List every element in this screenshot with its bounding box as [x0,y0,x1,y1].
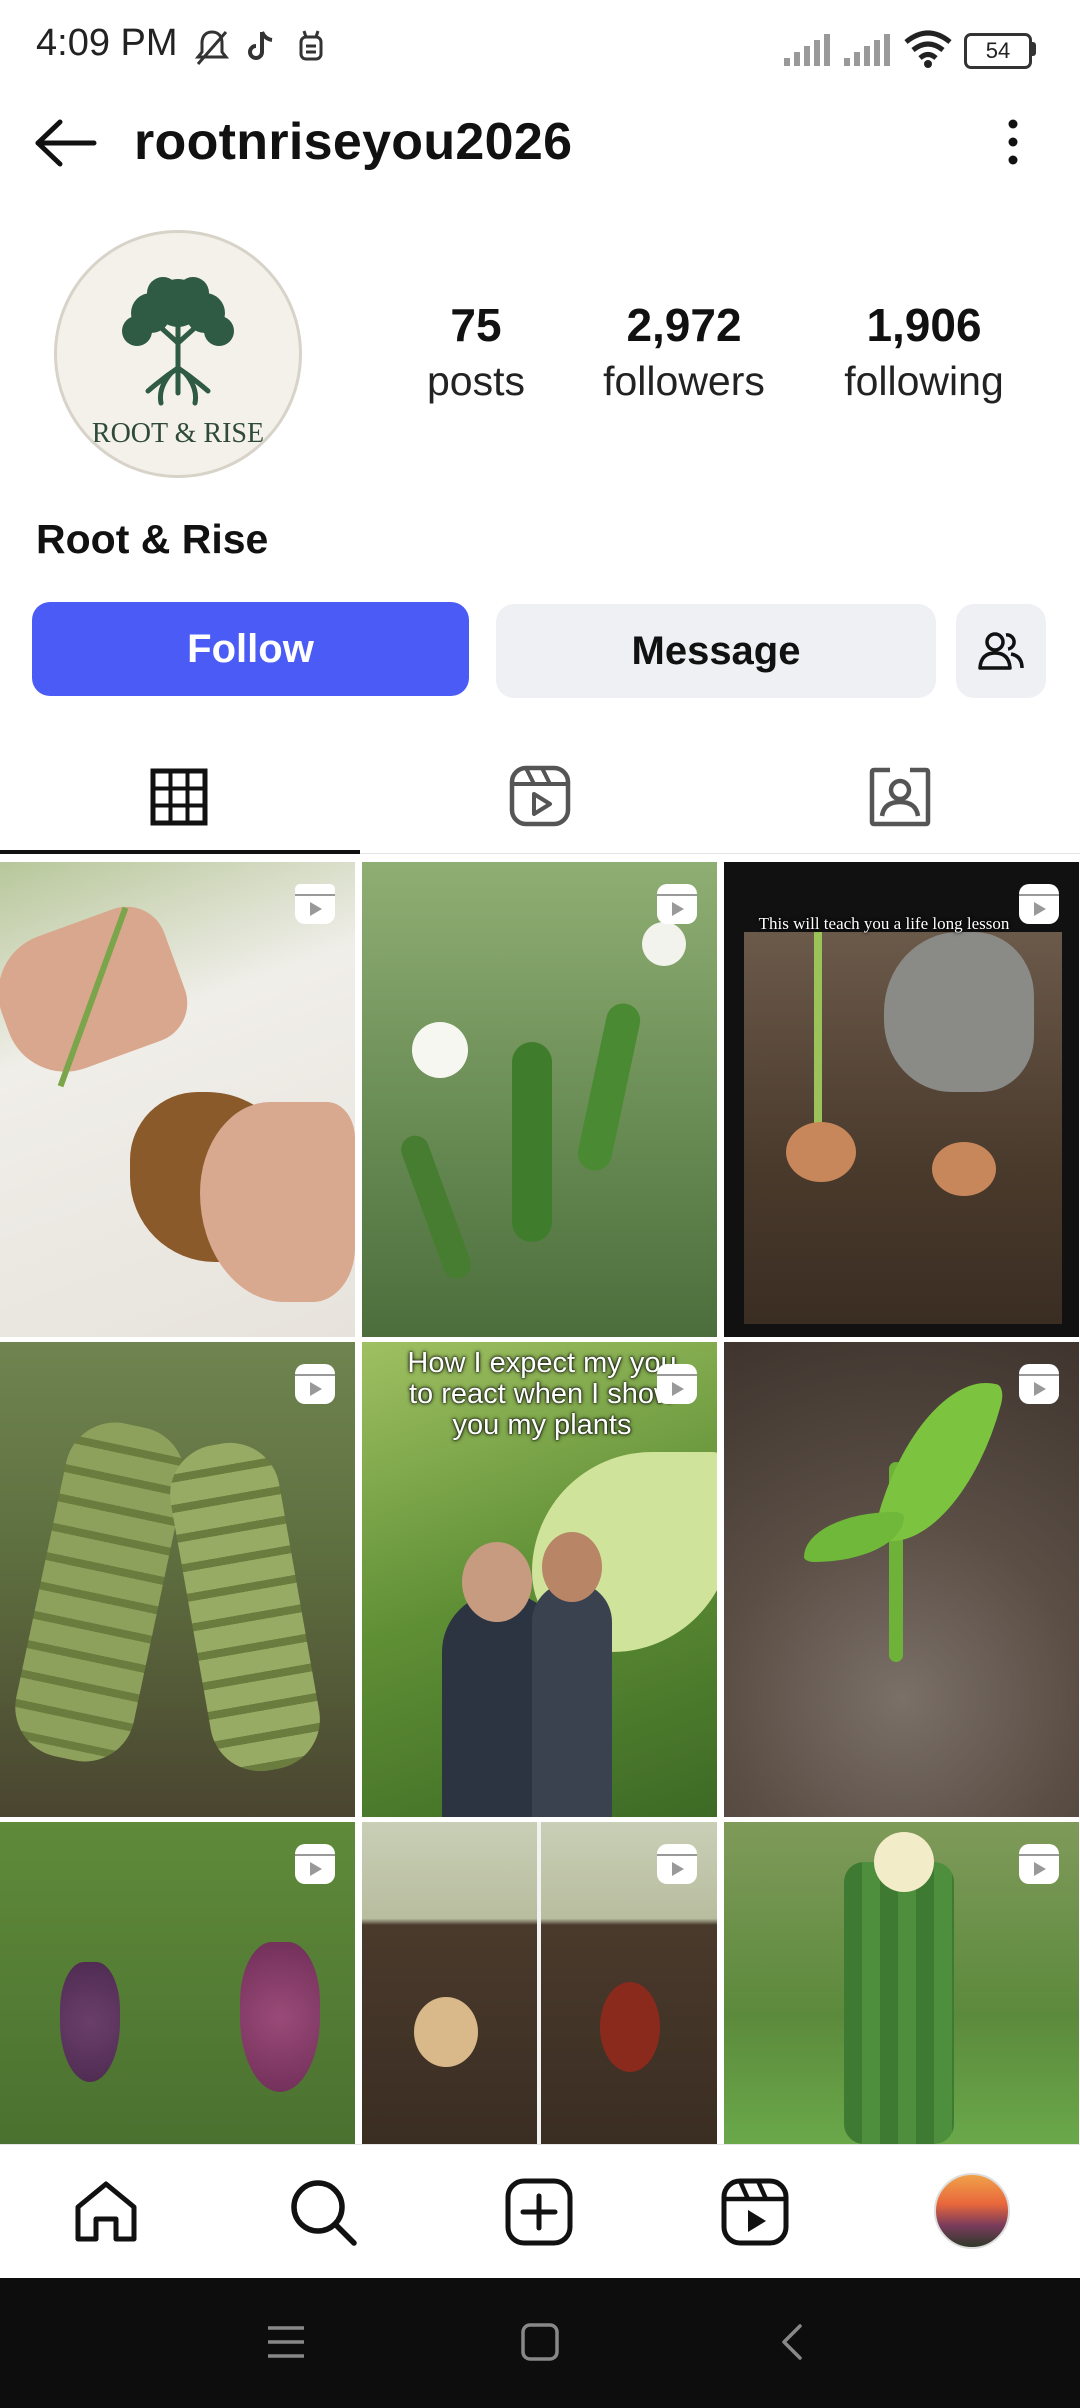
battery-icon: 54 [964,33,1032,69]
reels-badge-icon [1019,884,1059,924]
tabs-divider [360,853,1080,854]
active-tab-indicator [0,850,360,854]
robot-icon [299,30,323,61]
stat-value: 75 [450,299,502,351]
profile-avatar-icon[interactable] [934,2173,1010,2249]
flower-shape [412,1022,468,1078]
seed-shape [414,1997,478,2067]
more-vertical-icon[interactable] [998,118,1028,166]
stat-following[interactable]: 1,906 following [822,298,1026,405]
post-tile[interactable] [0,1822,355,2144]
reels-badge-icon [295,884,335,924]
reels-badge-icon [1019,1844,1059,1884]
split-divider [537,1822,541,2144]
stat-label: posts [427,358,525,404]
reels-badge-icon [295,1364,335,1404]
post-tile[interactable]: This will teach you a life long lesson [724,862,1079,1337]
reels-badge-icon [295,1844,335,1884]
battery-tip [1031,42,1036,56]
seed-shape [786,1122,856,1182]
add-people-icon [978,632,1024,670]
search-icon[interactable] [288,2177,358,2247]
status-bar: 4:09 PM 54 [0,0,1080,100]
reels-badge-icon [657,1364,697,1404]
pepper-shape [512,1042,552,1242]
hand-shape [0,895,199,1089]
post-tile[interactable] [362,862,717,1337]
message-button[interactable]: Message [496,604,936,698]
tab-tagged[interactable] [720,740,1080,854]
suggested-accounts-button[interactable] [956,604,1046,698]
post-caption: This will teach you a life long lesson [758,914,1010,933]
wifi-icon [904,30,952,68]
post-tile[interactable] [0,1342,355,1817]
reels-badge-icon [657,884,697,924]
home-square-icon[interactable] [520,2322,560,2362]
grapes-shape [240,1942,320,2092]
status-time: 4:09 PM [36,22,178,64]
post-tile[interactable] [0,862,355,1337]
person-head-shape [542,1532,602,1602]
avatar-logo-text: ROOT & RISE [91,418,265,449]
flower-shape [874,1832,934,1892]
cactus-shape [844,1862,954,2144]
profile-username: rootnriseyou2026 [134,113,573,171]
pods-shape [162,1434,328,1780]
reels-badge-icon [657,1844,697,1884]
menu-icon[interactable] [266,2324,306,2360]
tab-posts-grid[interactable] [0,740,360,854]
grid-icon [150,768,208,826]
stat-posts[interactable]: 75 posts [404,298,548,405]
post-tile[interactable]: How I expect my you to react when I show… [362,1342,717,1817]
plus-square-icon[interactable] [504,2177,574,2247]
pepper-shape [397,1131,475,1283]
grapes-shape [60,1962,120,2082]
person-shape [532,1582,612,1817]
stat-label: followers [603,358,765,404]
stat-followers[interactable]: 2,972 followers [588,298,780,405]
post-tile[interactable] [724,1822,1079,2144]
follow-button[interactable]: Follow [32,602,469,696]
stat-label: following [844,358,1004,404]
tab-reels[interactable] [360,740,720,854]
post-tile[interactable] [724,1342,1079,1817]
reels-icon[interactable] [720,2177,790,2247]
seed-shape [932,1142,996,1196]
person-head-shape [462,1542,532,1622]
post-caption: How I expect my you to react when I show… [407,1347,677,1441]
reels-icon [509,765,571,827]
tiktok-icon [248,31,273,60]
home-icon[interactable] [72,2179,140,2245]
bottom-nav [0,2144,1080,2279]
signal-icon [784,34,830,66]
rock-shape [884,932,1034,1092]
hand-shape [200,1102,355,1302]
back-chevron-icon[interactable] [778,2322,806,2362]
stem-shape [814,932,822,1132]
system-navigation-bar [0,2278,1080,2408]
reels-badge-icon [1019,1364,1059,1404]
stat-value: 1,906 [866,299,982,351]
profile-display-name: Root & Rise [36,516,269,562]
tree-logo [122,277,234,406]
mute-icon [194,30,230,65]
tagged-person-icon [869,767,931,827]
arrow-left-icon[interactable] [32,118,98,168]
bean-shape [600,1982,660,2072]
avatar[interactable]: ROOT & RISE [54,230,302,478]
flower-shape [642,922,686,966]
post-tile[interactable] [362,1822,717,2144]
pepper-shape [574,1000,644,1174]
pods-shape [5,1413,195,1771]
stat-value: 2,972 [626,299,742,351]
signal-icon [844,34,890,66]
